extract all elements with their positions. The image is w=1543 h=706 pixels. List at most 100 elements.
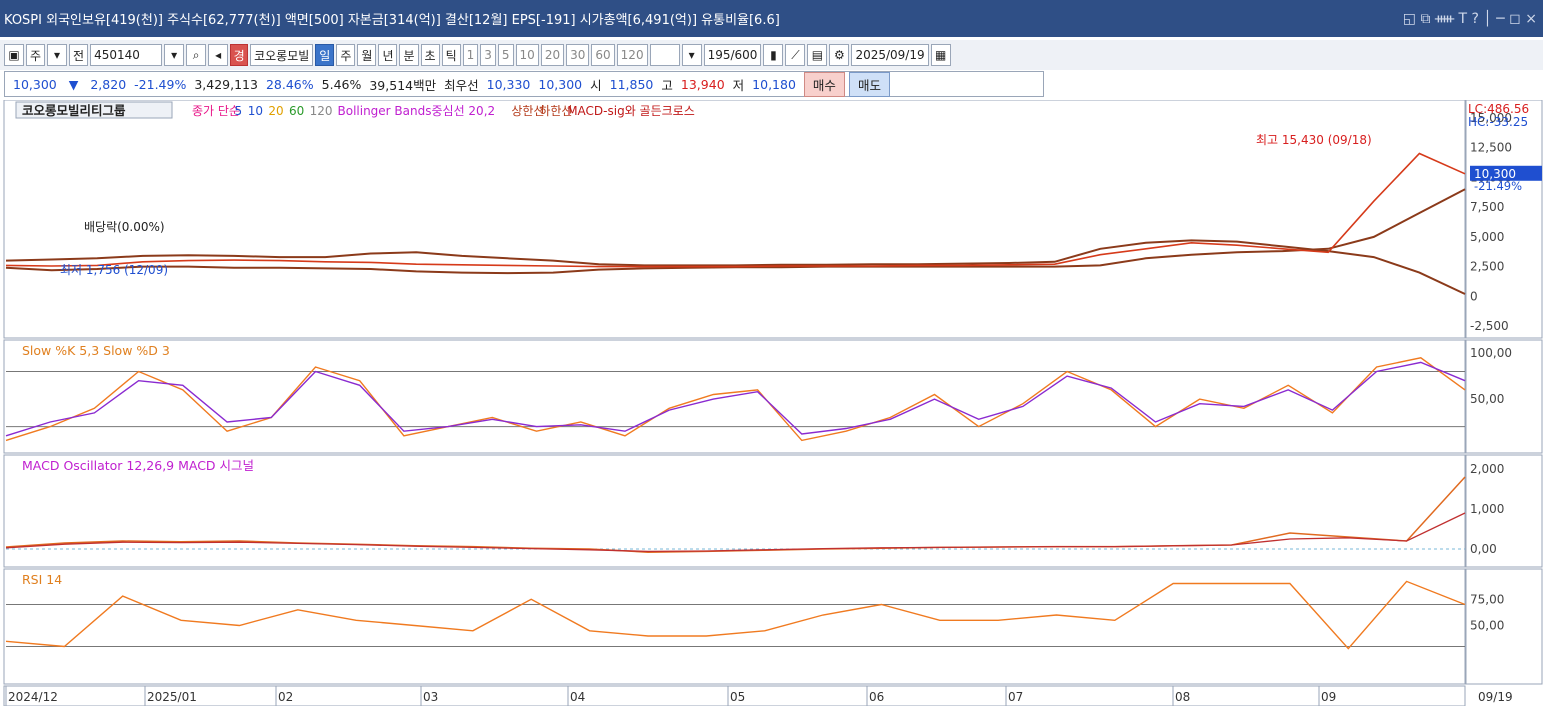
open-label: 시 [590, 77, 602, 93]
interval-120[interactable]: 120 [616, 44, 648, 66]
rsi-tick-label: 75,00 [1470, 592, 1504, 606]
legend-item: 20 [268, 104, 283, 118]
x-axis-label: 2025/01 [147, 690, 197, 704]
x-axis-label: 03 [423, 690, 438, 704]
down-arrow-icon: ▼ [68, 76, 79, 92]
low-annotation: 최저 1,756 (12/09) [60, 263, 168, 277]
period-year[interactable]: 년 [378, 44, 398, 66]
price-change: 2,820 [90, 76, 127, 92]
trade-amount: 39,514백만 [369, 77, 437, 93]
x-axis-label: 09 [1321, 690, 1336, 704]
current-pct-label: -21.49% [1474, 179, 1522, 193]
price-tick-label: -2,500 [1470, 319, 1509, 333]
interval-30[interactable]: 30 [566, 44, 590, 66]
search-icon[interactable]: ⌕ [186, 44, 207, 66]
count-input[interactable]: 195/600 [703, 44, 762, 66]
best-ask: 10,330 [486, 76, 531, 92]
week-toggle[interactable]: 주 [26, 44, 46, 66]
sell-button[interactable]: 매도 [848, 71, 890, 97]
stock-summary-title: KOSPI 외국인보유[419(천)] 주식수[62,777(천)] 액면[50… [4, 13, 780, 28]
interval-5[interactable]: 5 [497, 44, 514, 66]
quote-info-bar: 10,300 ▼ 2,820 -21.49% 3,429,113 28.46% … [4, 71, 1044, 97]
interval-10[interactable]: 10 [515, 44, 539, 66]
interval-custom-input[interactable] [649, 44, 680, 66]
layout-icon[interactable]: ▣ [4, 44, 24, 66]
dividend-annotation: 배당락(0.00%) [84, 220, 165, 234]
period-second[interactable]: 초 [420, 44, 440, 66]
interval-dropdown-icon[interactable]: ▾ [681, 44, 702, 66]
stock-name-field[interactable]: 코오롱모빌 [250, 44, 314, 66]
x-axis-end-label: 09/19 [1478, 690, 1513, 704]
x-axis-label: 05 [730, 690, 745, 704]
price-tick-label: 7,500 [1470, 200, 1504, 214]
draw-tool-icon[interactable]: ⟋ [785, 44, 806, 66]
prev-toggle[interactable]: 전 [69, 44, 89, 66]
current-price: 10,300 ▼ [5, 77, 86, 92]
interval-60[interactable]: 60 [591, 44, 615, 66]
calendar-icon[interactable]: ▦ [930, 44, 951, 66]
macd-tick-label: 1,000 [1470, 502, 1504, 516]
x-axis-label: 07 [1008, 690, 1023, 704]
x-axis-label: 04 [570, 690, 585, 704]
high-price: 13,940 [680, 76, 725, 92]
interval-3[interactable]: 3 [480, 44, 496, 66]
lc-label: LC:486.56 [1468, 102, 1529, 116]
high-label: 고 [661, 77, 673, 93]
price-tick-label: 2,500 [1470, 260, 1504, 274]
panel-frame-1 [3, 339, 1466, 454]
count-value: 195 [707, 48, 731, 62]
legend-item: Bollinger Bands중심선 20,2 [338, 104, 496, 118]
legend-item: MACD-sig와 골든크로스 [567, 104, 695, 118]
x-axis-label: 08 [1175, 690, 1190, 704]
code-dropdown-icon[interactable]: ▾ [164, 44, 185, 66]
rsi-tick-label: 50,00 [1470, 619, 1504, 633]
buy-button[interactable]: 매수 [803, 71, 845, 97]
settings-gear-icon[interactable]: ⚙ [829, 44, 850, 66]
turnover-ratio: 5.46% [321, 76, 362, 92]
stoch-title: Slow %K 5,3 Slow %D 3 [22, 343, 170, 358]
macd-tick-label: 0,00 [1470, 542, 1497, 556]
low-label: 저 [732, 77, 745, 93]
count-total: /600 [730, 48, 758, 62]
x-axis-label: 2024/12 [8, 690, 58, 704]
save-icon[interactable]: ▤ [807, 44, 828, 66]
chart-area[interactable]: 15,00012,50010,0007,5005,0002,5000-2,500… [0, 100, 1543, 706]
low-price: 10,180 [752, 76, 796, 92]
panel-frame-0 [3, 100, 1466, 339]
legend-item: 10 [248, 104, 263, 118]
x-axis-label: 02 [278, 690, 293, 704]
price-tick-label: 0 [1470, 289, 1478, 303]
period-day[interactable]: 일 [315, 44, 335, 66]
chart-svg[interactable]: 15,00012,50010,0007,5005,0002,5000-2,500… [0, 100, 1543, 706]
price-tick-label: 12,500 [1470, 141, 1512, 155]
price-tick-label: 5,000 [1470, 230, 1504, 244]
price-value: 10,300 [13, 76, 57, 92]
period-tick[interactable]: 틱 [441, 44, 461, 66]
macd-title: MACD Oscillator 12,26,9 MACD 시그널 [22, 458, 254, 473]
title-bar: KOSPI 외국인보유[419(천)] 주식수[62,777(천)] 액면[50… [0, 0, 1543, 37]
interval-20[interactable]: 20 [540, 44, 565, 66]
dropdown-arrow-icon[interactable]: ▾ [47, 44, 68, 66]
window-buttons[interactable]: ◱ ⧉ ᚔ T ? │ ─ ◻ × [1403, 11, 1543, 27]
volume-ratio: 28.46% [265, 76, 314, 92]
chart-toolbar: ▣ 주 ▾ 전 450140 ▾ ⌕ ◂ 경 코오롱모빌 일 주 월 년 분 초… [0, 40, 1543, 70]
stock-code-input[interactable]: 450140 [90, 44, 163, 66]
open-price: 11,850 [609, 76, 654, 92]
interval-1[interactable]: 1 [462, 44, 479, 66]
x-axis-label: 06 [869, 690, 884, 704]
period-minute[interactable]: 분 [399, 44, 419, 66]
high-annotation: 최고 15,430 (09/18) [1256, 133, 1372, 147]
legend-item: 120 [310, 104, 333, 118]
chart-title: 코오롱모빌리티그룹 [22, 103, 126, 118]
legend-item: 종가 단순 [192, 104, 240, 118]
candle-type-icon[interactable]: ▮ [763, 44, 784, 66]
date-input[interactable]: 2025/09/19 [851, 44, 929, 66]
speaker-icon[interactable]: ◂ [208, 44, 229, 66]
period-week[interactable]: 주 [336, 44, 356, 66]
best-ask-label: 최우선 [444, 77, 479, 93]
stoch-tick-label: 100,00 [1470, 346, 1512, 360]
stoch-tick-label: 50,00 [1470, 392, 1504, 406]
period-month[interactable]: 월 [357, 44, 377, 66]
best-bid: 10,300 [538, 76, 583, 92]
volume: 3,429,113 [194, 76, 258, 92]
